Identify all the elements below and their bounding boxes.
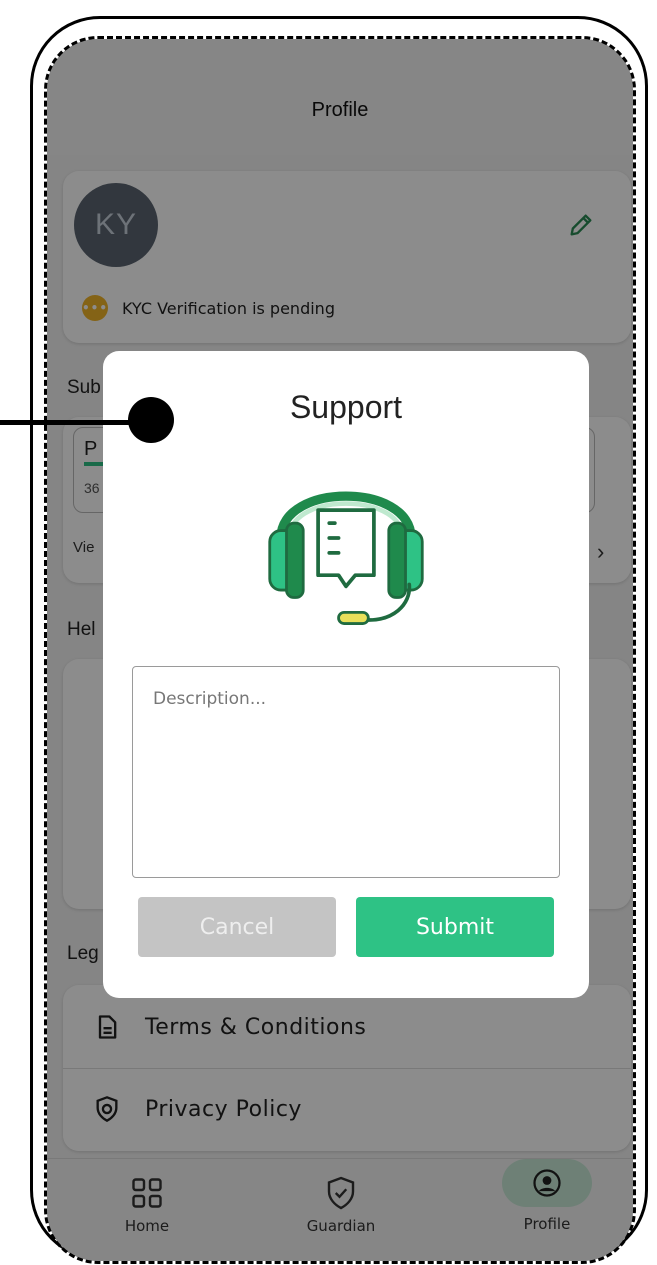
annotation-pointer-dot xyxy=(128,397,174,443)
headset-support-icon xyxy=(268,491,424,625)
support-dialog: Support Description... Cancel Submit xyxy=(103,351,589,998)
annotation-pointer-line xyxy=(0,420,132,425)
description-input[interactable]: Description... xyxy=(132,666,560,878)
submit-button[interactable]: Submit xyxy=(356,897,554,957)
cancel-button[interactable]: Cancel xyxy=(138,897,336,957)
app-screen: Profile KY ••• KYC Verification is pendi… xyxy=(47,39,633,1261)
dialog-title: Support xyxy=(289,389,403,425)
